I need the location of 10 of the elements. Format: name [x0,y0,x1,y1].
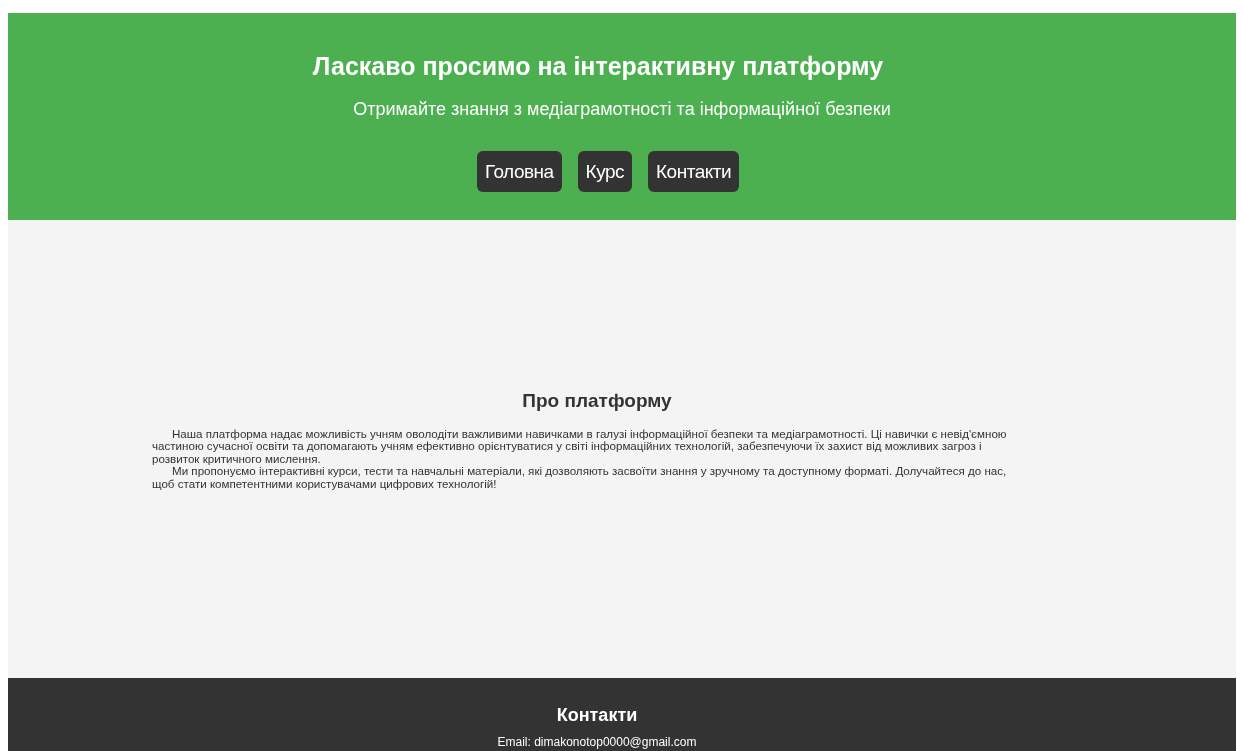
email-text: Email: dimakonotop0000@gmail.com [497,735,697,749]
subtitle: Отримайте знання з медіаграмотності та інформаційної безпеки [353,99,891,120]
nav-button[interactable]: Головна [476,151,562,192]
nav-button[interactable]: Курс [577,151,633,192]
section-heading: Про платформу [522,389,672,412]
paragraph: Ми пропонуємо інтерактивні курси, тести та навчальні матеріали, які дозволяють засвоїти знання у зручному та доступному форматі. Долучайтеся до нас, щоб стати компетентними користувачами цифрових технологій! [152,465,1008,491]
nav-button[interactable]: Контакти [648,151,740,192]
footer-heading: Контакти [556,705,638,726]
page-title: Ласкаво просимо на інтерактивну платформу [312,52,884,81]
paragraph: Наша платформа надає можливість учням оволодіти важливими навичками в галузі інформаційної безпеки та медіаграмотності. Ці навички є невід'ємною частиною сучасної освіти та допомагають учням ефективно орієнтуватися у світі інформаційних технологій, забезпечуючи їх захист від можливих загроз і розвиток критичного мислення. [152,427,1008,466]
